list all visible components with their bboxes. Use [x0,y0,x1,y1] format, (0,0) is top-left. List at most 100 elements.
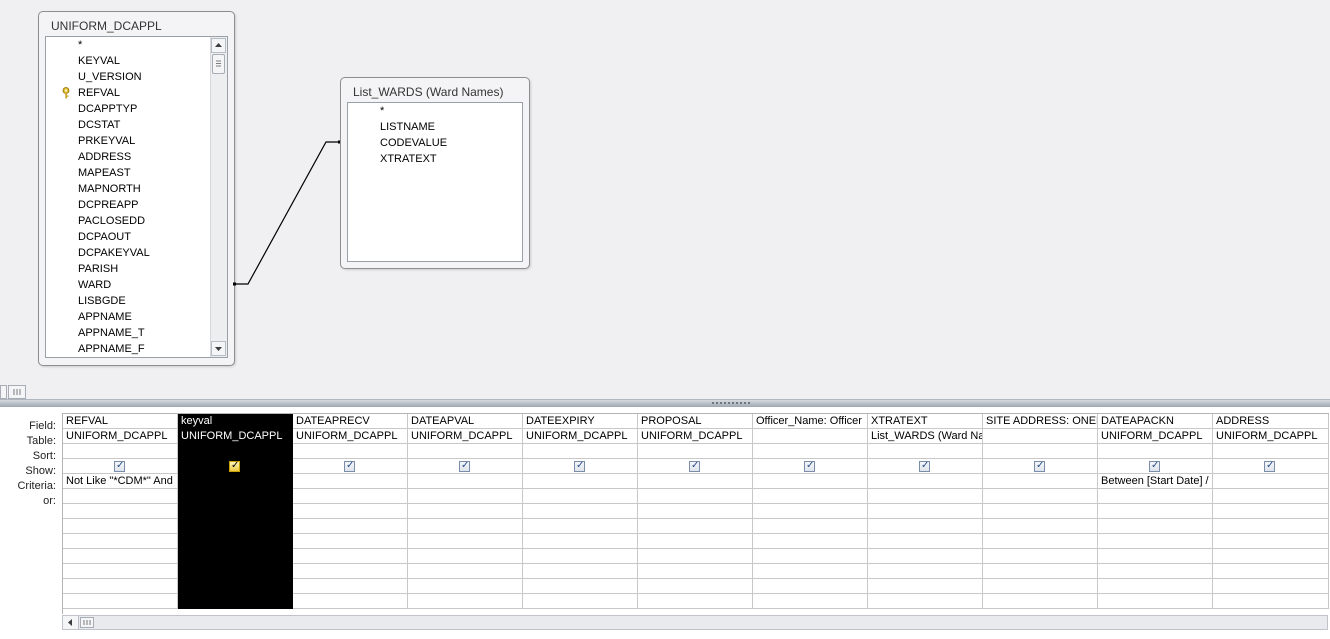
grid-cell-empty[interactable] [293,579,408,594]
grid-cell-empty[interactable] [408,549,523,564]
grid-cell-field[interactable]: XTRATEXT [868,414,983,429]
grid-cell-empty[interactable] [638,549,753,564]
field-item[interactable]: LISBGDE [78,293,126,309]
grid-cell-field[interactable]: DATEEXPIRY [523,414,638,429]
grid-cell-empty[interactable] [63,519,178,534]
grid-cell-empty[interactable] [63,504,178,519]
grid-cell-sort[interactable] [753,444,868,459]
grid-cell-empty[interactable] [753,519,868,534]
splitter-grip-icon[interactable] [712,402,750,404]
grid-cell-empty[interactable] [1213,519,1329,534]
grid-cell-table[interactable]: UNIFORM_DCAPPL [293,429,408,444]
grid-cell-empty[interactable] [868,564,983,579]
field-item[interactable]: * [78,37,82,53]
grid-cell-empty[interactable] [63,594,178,609]
grid-cell-table[interactable]: UNIFORM_DCAPPL [408,429,523,444]
grid-cell-empty[interactable] [983,504,1098,519]
grid-cell-empty[interactable] [523,564,638,579]
grid-cell-empty[interactable] [178,594,293,609]
grid-cell-empty[interactable] [1213,549,1329,564]
field-item[interactable]: APPNAME [78,309,132,325]
grid-cell-empty[interactable] [1098,579,1213,594]
scroll-left-arrow-icon[interactable] [0,385,7,399]
grid-cell-field[interactable]: PROPOSAL [638,414,753,429]
grid-cell-sort[interactable] [868,444,983,459]
grid-cell-or[interactable] [293,489,408,504]
grid-cell-empty[interactable] [63,534,178,549]
grid-cell-empty[interactable] [523,534,638,549]
field-item[interactable]: PACLOSEDD [78,213,145,229]
grid-cell-empty[interactable] [753,594,868,609]
grid-cell-empty[interactable] [63,549,178,564]
checkbox-checked-icon[interactable]: ✓ [1149,460,1160,472]
query-design-pane[interactable]: UNIFORM_DCAPPL * KEYVAL U_VERSION REFVAL DCA… [0,0,1330,385]
grid-cell-empty[interactable] [753,504,868,519]
checkbox-checked-icon[interactable]: ✓ [689,460,700,472]
scroll-left-arrow-icon[interactable] [63,616,79,629]
field-list[interactable]: * LISTNAME CODEVALUE XTRATEXT [347,102,523,262]
field-item[interactable]: * [380,103,384,119]
grid-cell-empty[interactable] [1098,519,1213,534]
design-horizontal-scrollbar[interactable] [0,385,1330,399]
grid-horizontal-scrollbar[interactable] [62,615,1328,630]
grid-cell-table[interactable]: UNIFORM_DCAPPL [638,429,753,444]
grid-cell-empty[interactable] [178,534,293,549]
design-grid[interactable]: REFVAL UNIFORM_DCAPPL ✓ Not Like "*CDM*" An… [62,413,1329,614]
field-item[interactable]: DCPAKEYVAL [78,245,150,261]
grid-cell-empty[interactable] [1213,534,1329,549]
grid-cell-empty[interactable] [293,534,408,549]
checkbox-checked-icon[interactable]: ✓ [114,460,125,472]
grid-cell-field[interactable]: Officer_Name: Officer [753,414,868,429]
grid-cell-field[interactable]: ADDRESS [1213,414,1329,429]
grid-cell-empty[interactable] [753,534,868,549]
grid-cell-field[interactable]: DATEAPACKN [1098,414,1213,429]
grid-cell-criteria[interactable]: Not Like "*CDM*" And [63,474,178,489]
grid-cell-empty[interactable] [408,579,523,594]
grid-cell-or[interactable] [523,489,638,504]
grid-cell-empty[interactable] [63,579,178,594]
grid-cell-empty[interactable] [868,534,983,549]
grid-cell-empty[interactable] [178,564,293,579]
grid-cell-sort[interactable] [1098,444,1213,459]
checkbox-checked-icon[interactable]: ✓ [229,460,240,472]
grid-cell-empty[interactable] [983,564,1098,579]
grid-cell-empty[interactable] [1213,594,1329,609]
grid-cell-empty[interactable] [983,549,1098,564]
grid-cell-or[interactable] [1098,489,1213,504]
vertical-scrollbar[interactable] [210,37,227,357]
grid-cell-empty[interactable] [868,594,983,609]
grid-cell-empty[interactable] [753,564,868,579]
scroll-down-arrow-icon[interactable] [211,341,226,356]
table-title[interactable]: List_WARDS (Ward Names) [353,85,503,99]
grid-cell-criteria[interactable] [1213,474,1329,489]
grid-cell-empty[interactable] [638,594,753,609]
grid-cell-empty[interactable] [1098,594,1213,609]
grid-cell-table[interactable] [753,429,868,444]
grid-cell-empty[interactable] [523,504,638,519]
grid-cell-sort[interactable] [523,444,638,459]
grid-cell-empty[interactable] [638,519,753,534]
grid-cell-empty[interactable] [638,564,753,579]
grid-cell-empty[interactable] [293,519,408,534]
field-item[interactable]: XTRATEXT [380,151,437,167]
scrollbar-thumb[interactable] [8,385,26,399]
grid-cell-empty[interactable] [178,519,293,534]
checkbox-checked-icon[interactable]: ✓ [574,460,585,472]
grid-cell-sort[interactable] [293,444,408,459]
grid-cell-empty[interactable] [523,549,638,564]
grid-cell-empty[interactable] [293,594,408,609]
grid-cell-table[interactable]: UNIFORM_DCAPPL [63,429,178,444]
grid-cell-empty[interactable] [408,564,523,579]
grid-cell-empty[interactable] [983,594,1098,609]
grid-cell-empty[interactable] [178,579,293,594]
grid-cell-table[interactable]: UNIFORM_DCAPPL [1098,429,1213,444]
field-item[interactable]: REFVAL [78,85,120,101]
grid-cell-table[interactable]: UNIFORM_DCAPPL [1213,429,1329,444]
field-item[interactable]: MAPEAST [78,165,131,181]
grid-cell-sort[interactable] [63,444,178,459]
field-item[interactable]: U_VERSION [78,69,142,85]
grid-cell-show[interactable]: ✓ [178,459,293,474]
pane-splitter[interactable] [0,399,1330,407]
grid-cell-or[interactable] [408,489,523,504]
grid-cell-empty[interactable] [1098,564,1213,579]
